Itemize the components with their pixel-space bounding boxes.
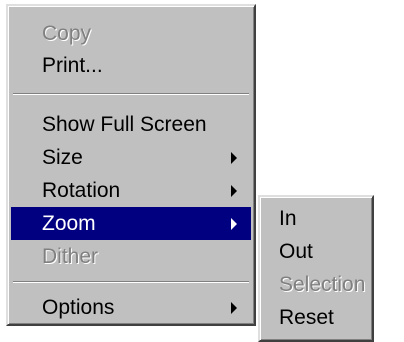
menu-item-label: Dither	[42, 245, 99, 268]
menu-separator	[13, 281, 249, 283]
menu-item-label: Zoom	[42, 212, 96, 235]
submenu-item-in[interactable]: In	[263, 202, 369, 235]
menu-item-label: Selection	[279, 273, 366, 296]
menu-item-label: Size	[42, 146, 83, 169]
arrow-right-icon	[231, 218, 237, 230]
menu-item-label: In	[279, 207, 297, 230]
menu-item-label: Print...	[42, 54, 103, 77]
arrow-right-icon	[231, 152, 237, 164]
menu-item-label: Copy	[42, 22, 92, 45]
submenu-item-selection[interactable]: Selection	[263, 268, 369, 301]
menu-separator	[13, 93, 249, 95]
menu-item-label: Reset	[279, 306, 334, 329]
menu-item-size[interactable]: Size	[11, 141, 251, 174]
menu-item-label: Rotation	[42, 179, 121, 202]
menu-item-label: Show Full Screen	[42, 113, 207, 136]
menu-item-zoom[interactable]: Zoom	[11, 207, 251, 240]
menu-item-copy[interactable]: Copy	[11, 17, 251, 50]
menu-item-options[interactable]: Options	[11, 291, 251, 324]
submenu-item-reset[interactable]: Reset	[263, 301, 369, 334]
arrow-right-icon	[231, 185, 237, 197]
menu-item-dither[interactable]: Dither	[11, 240, 251, 273]
submenu-item-out[interactable]: Out	[263, 235, 369, 268]
menu-item-label: Options	[42, 296, 115, 319]
context-menu: Copy Print... Show Full Screen Size Rota…	[6, 4, 256, 326]
arrow-right-icon	[231, 302, 237, 314]
menu-item-show-full-screen[interactable]: Show Full Screen	[11, 108, 251, 141]
menu-item-label: Out	[279, 240, 313, 263]
zoom-submenu: In Out Selection Reset	[258, 195, 374, 342]
menu-item-rotation[interactable]: Rotation	[11, 174, 251, 207]
menu-item-print[interactable]: Print...	[11, 49, 251, 82]
